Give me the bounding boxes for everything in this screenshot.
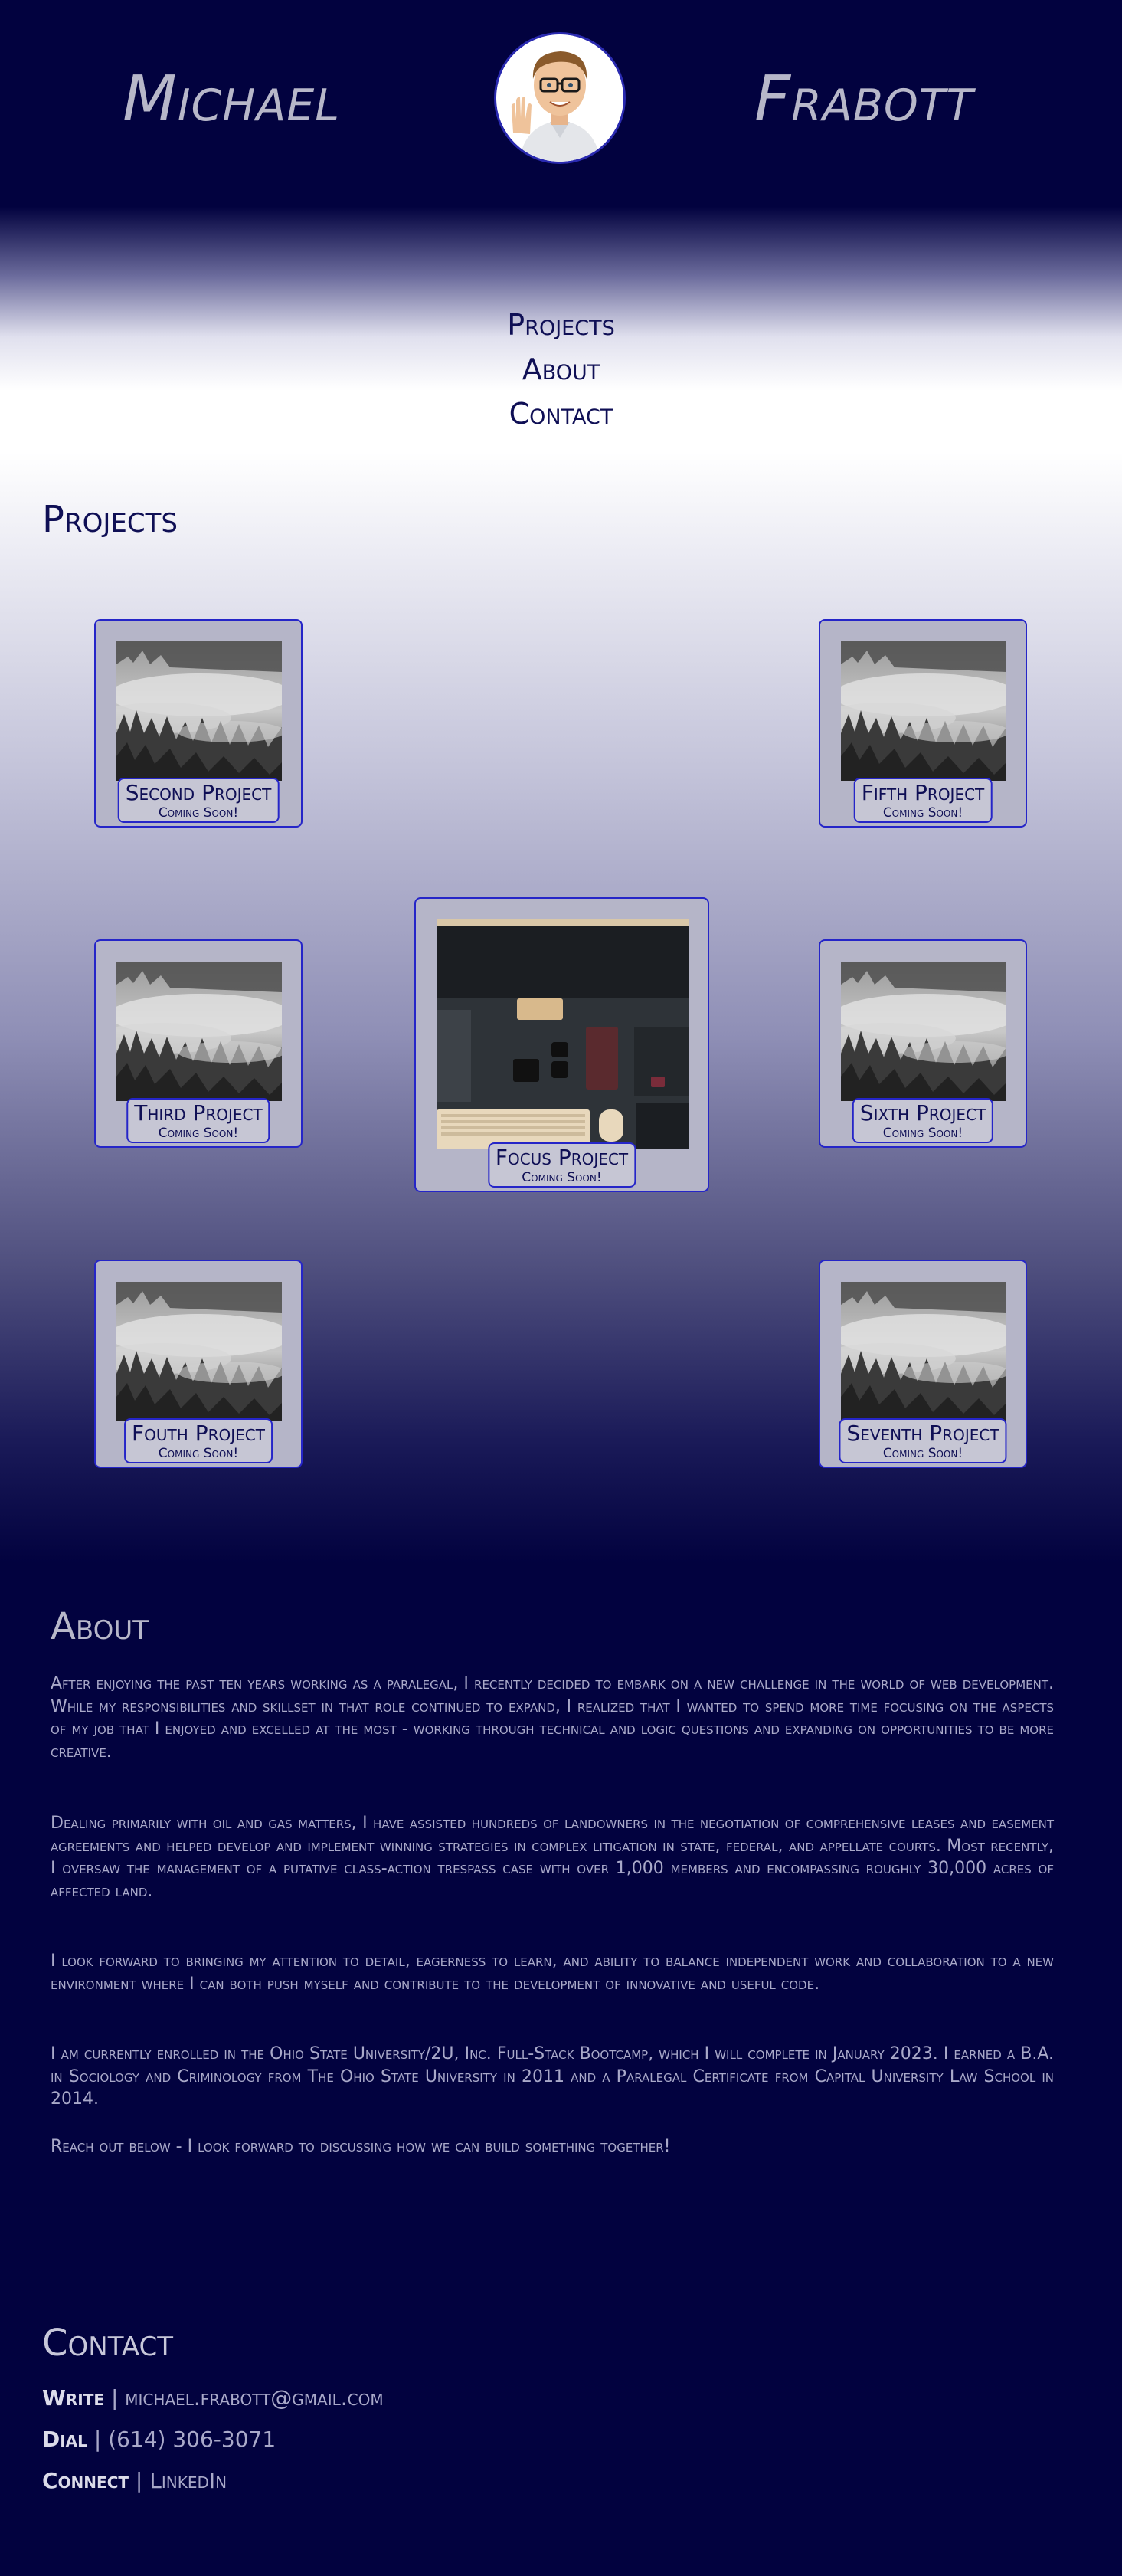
project-status: Coming Soon! (522, 1170, 602, 1185)
project-thumbnail (116, 1282, 282, 1421)
first-name: Michael (123, 63, 340, 136)
last-name: Frabott (754, 63, 974, 136)
project-status: Coming Soon! (882, 1446, 963, 1461)
project-card-fourth[interactable]: Fouth Project Coming Soon! (94, 1260, 303, 1468)
contact-social-row: Connect | LinkedIn (42, 2468, 227, 2493)
project-status: Coming Soon! (158, 805, 239, 821)
connect-label: Connect (42, 2468, 129, 2493)
write-label: Write (42, 2385, 105, 2410)
project-thumbnail (116, 641, 282, 781)
forest-fog-image-icon (841, 962, 1006, 1101)
project-status: Coming Soon! (158, 1446, 239, 1461)
about-paragraph: Reach out below - I look forward to disc… (51, 2137, 671, 2156)
contact-heading: Contact (42, 2322, 174, 2365)
memoji-avatar-icon (496, 34, 623, 162)
project-thumbnail (116, 962, 282, 1101)
forest-fog-image-icon (841, 641, 1006, 781)
project-card-third[interactable]: Third Project Coming Soon! (94, 939, 303, 1148)
nav-link-about[interactable]: About (0, 347, 1122, 392)
dial-label: Dial (42, 2427, 87, 2452)
forest-fog-image-icon (116, 1282, 282, 1421)
main-nav: Projects About Contact (0, 303, 1122, 436)
project-thumbnail (841, 1282, 1006, 1421)
email-link[interactable]: michael.frabott@gmail.com (125, 2385, 383, 2410)
project-caption: Third Project Coming Soon! (126, 1098, 270, 1143)
separator: | (110, 2385, 119, 2410)
project-caption: Second Project Coming Soon! (117, 778, 280, 823)
site-header: Michael Frabott (0, 0, 1122, 207)
about-paragraph: After enjoying the past ten years workin… (51, 1674, 1054, 1762)
project-thumbnail (841, 641, 1006, 781)
project-title: Third Project (134, 1100, 263, 1126)
project-caption: Focus Project Coming Soon! (487, 1142, 636, 1188)
project-thumbnail (841, 962, 1006, 1101)
contact-phone-row: Dial | (614) 306-3071 (42, 2427, 276, 2452)
phone-link[interactable]: (614) 306-3071 (108, 2427, 276, 2452)
project-title: Second Project (125, 780, 272, 805)
separator: | (93, 2427, 102, 2452)
project-caption: Fouth Project Coming Soon! (124, 1418, 273, 1463)
about-heading: About (51, 1605, 149, 1648)
about-paragraph: I look forward to bringing my attention … (51, 1952, 1054, 1994)
project-card-sixth[interactable]: Sixth Project Coming Soon! (819, 939, 1027, 1148)
forest-fog-image-icon (841, 1282, 1006, 1421)
project-title: Seventh Project (846, 1421, 999, 1446)
linkedin-link[interactable]: LinkedIn (149, 2468, 227, 2493)
desk-setup-image-icon (437, 919, 689, 1149)
project-card-focus[interactable]: Focus Project Coming Soon! (414, 897, 709, 1192)
contact-email-row: Write | michael.frabott@gmail.com (42, 2385, 384, 2410)
project-card-second[interactable]: Second Project Coming Soon! (94, 619, 303, 828)
separator: | (135, 2468, 143, 2493)
project-card-fifth[interactable]: Fifth Project Coming Soon! (819, 619, 1027, 828)
project-caption: Sixth Project Coming Soon! (852, 1098, 994, 1143)
projects-heading: Projects (42, 498, 178, 541)
project-thumbnail (437, 919, 689, 1149)
project-caption: Seventh Project Coming Soon! (839, 1418, 1007, 1463)
project-title: Sixth Project (859, 1100, 986, 1126)
avatar (494, 32, 626, 164)
project-title: Fifth Project (861, 780, 985, 805)
project-status: Coming Soon! (882, 1126, 963, 1141)
project-title: Focus Project (495, 1145, 629, 1170)
about-paragraph: I am currently enrolled in the Ohio Stat… (51, 2044, 1054, 2109)
project-title: Fouth Project (132, 1421, 265, 1446)
nav-link-projects[interactable]: Projects (0, 303, 1122, 347)
nav-link-contact[interactable]: Contact (0, 392, 1122, 436)
project-card-seventh[interactable]: Seventh Project Coming Soon! (819, 1260, 1027, 1468)
project-status: Coming Soon! (882, 805, 963, 821)
forest-fog-image-icon (116, 641, 282, 781)
project-caption: Fifth Project Coming Soon! (853, 778, 993, 823)
project-status: Coming Soon! (158, 1126, 239, 1141)
forest-fog-image-icon (116, 962, 282, 1101)
about-paragraph: Dealing primarily with oil and gas matte… (51, 1814, 1054, 1901)
